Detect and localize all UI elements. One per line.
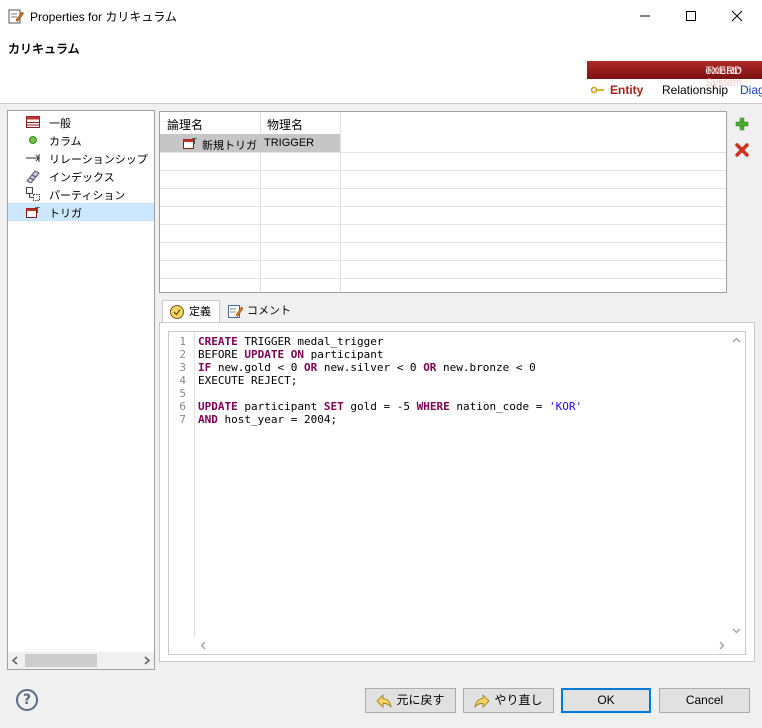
exerd-banner: eXERD Tomato System Entity Relationship … — [587, 61, 762, 103]
tree-item-columns[interactable]: カラム — [8, 131, 154, 149]
code-line: UPDATE participant SET gold = -5 WHERE n… — [198, 400, 583, 413]
definition-icon — [170, 305, 184, 319]
relationship-icon — [26, 154, 40, 162]
empty-row — [160, 207, 726, 225]
tree-item-partitions[interactable]: パーティション — [8, 185, 154, 203]
empty-row — [160, 153, 726, 171]
tree-item-indexes[interactable]: インデックス — [8, 167, 154, 185]
editor-tabs: 定義 コメント — [159, 298, 755, 322]
brand-bar: eXERD Tomato System — [587, 61, 762, 89]
tree-label: トリガ — [49, 207, 82, 220]
redo-icon — [474, 693, 491, 708]
plus-icon — [735, 117, 749, 131]
redo-label: やり直し — [494, 693, 543, 707]
empty-row — [160, 279, 726, 292]
table-row[interactable]: T 新規トリガ TRIGGER — [160, 134, 726, 153]
partition-icon — [26, 187, 40, 201]
property-tree: 一般 カラム リレーションシップ インデックス パーティション T トリガ — [7, 110, 155, 670]
maximize-icon — [686, 10, 696, 21]
properties-icon — [8, 9, 24, 24]
window-title: Properties for カリキュラム — [30, 10, 178, 24]
add-trigger-button[interactable] — [730, 113, 754, 135]
banner-tab-entity[interactable]: Entity — [610, 83, 643, 97]
title-bar: Properties for カリキュラム — [0, 0, 762, 31]
line-number: 3 — [179, 361, 186, 374]
line-number: 5 — [179, 387, 186, 400]
undo-button[interactable]: 元に戻す — [365, 688, 456, 713]
delete-trigger-button[interactable] — [730, 139, 754, 161]
close-button[interactable] — [714, 0, 760, 31]
tab-label: コメント — [247, 304, 291, 317]
code-line: CREATE TRIGGER medal_trigger — [198, 335, 384, 348]
undo-label: 元に戻す — [396, 693, 445, 707]
tree-label: パーティション — [49, 189, 126, 202]
minimize-icon — [640, 15, 650, 16]
tree-label: インデックス — [49, 171, 115, 184]
line-number: 2 — [179, 348, 186, 361]
empty-row — [160, 261, 726, 279]
help-button[interactable]: ? — [16, 689, 38, 711]
close-icon — [731, 10, 743, 21]
scroll-up-icon[interactable] — [732, 337, 741, 343]
code-line: IF new.gold < 0 OR new.silver < 0 OR new… — [198, 361, 536, 374]
header-separator — [0, 103, 762, 104]
empty-row — [160, 171, 726, 189]
definition-panel: 1 2 3 4 5 6 7 CREATE TRIGGER medal_trigg… — [159, 322, 755, 662]
empty-row — [160, 225, 726, 243]
scrollbar-thumb[interactable] — [25, 654, 97, 667]
trigger-icon: T — [26, 206, 40, 218]
sql-editor[interactable]: 1 2 3 4 5 6 7 CREATE TRIGGER medal_trigg… — [168, 331, 746, 655]
tree-item-triggers[interactable]: T トリガ — [8, 203, 154, 221]
tree-label: カラム — [49, 135, 82, 148]
line-number: 4 — [179, 374, 186, 387]
editor-vertical-scrollbar[interactable] — [728, 332, 745, 654]
code-line: EXECUTE REJECT; — [198, 374, 298, 387]
cell-logical: 新規トリガ — [202, 139, 257, 152]
maximize-button[interactable] — [668, 0, 714, 31]
column-dot-icon — [29, 136, 37, 144]
trigger-icon: T — [183, 137, 197, 149]
scroll-left-icon[interactable] — [200, 641, 206, 650]
entity-name: カリキュラム — [8, 42, 80, 56]
tree-item-relationships[interactable]: リレーションシップ — [8, 149, 154, 167]
cancel-button[interactable]: Cancel — [659, 688, 750, 713]
scroll-right-icon[interactable] — [143, 656, 151, 665]
svg-text:T: T — [191, 137, 197, 146]
tree-horizontal-scrollbar[interactable] — [8, 652, 154, 669]
comment-icon — [228, 305, 243, 318]
redo-button[interactable]: やり直し — [463, 688, 554, 713]
key-icon — [591, 86, 604, 94]
tab-comment[interactable]: コメント — [221, 300, 299, 322]
scroll-down-icon[interactable] — [732, 628, 741, 634]
ok-button[interactable]: OK — [561, 688, 651, 713]
dialog-header: カリキュラム eXERD Tomato System Entity Relati… — [0, 31, 762, 103]
minimize-button[interactable] — [622, 0, 668, 31]
delete-x-icon — [735, 143, 749, 157]
banner-tab-diagram[interactable]: Diag — [740, 83, 762, 97]
cell-physical: TRIGGER — [264, 137, 315, 149]
scroll-right-icon[interactable] — [719, 641, 725, 650]
code-line: AND host_year = 2004; — [198, 413, 338, 426]
svg-text:T: T — [34, 206, 40, 215]
line-number: 7 — [179, 413, 186, 426]
scroll-left-icon[interactable] — [11, 656, 19, 665]
tree-label: リレーションシップ — [49, 153, 148, 166]
line-number: 1 — [179, 335, 186, 348]
line-number: 6 — [179, 400, 186, 413]
code-line: BEFORE UPDATE ON participant — [198, 348, 384, 361]
undo-icon — [376, 693, 393, 708]
banner-tab-relationship[interactable]: Relationship — [662, 83, 728, 97]
tree-label: 一般 — [49, 117, 71, 130]
editor-horizontal-scrollbar[interactable] — [169, 637, 730, 654]
index-icon — [26, 170, 40, 183]
empty-row — [160, 243, 726, 261]
brand-tabs: Entity Relationship Diag — [587, 80, 762, 102]
line-number-gutter: 1 2 3 4 5 6 7 — [169, 332, 195, 642]
tab-definition[interactable]: 定義 — [162, 300, 220, 322]
tree-item-general[interactable]: 一般 — [8, 113, 154, 131]
table-icon — [26, 116, 40, 128]
trigger-table: 論理名 物理名 T 新規トリガ TRIGGER — [159, 111, 727, 293]
empty-row — [160, 189, 726, 207]
tab-label: 定義 — [189, 305, 211, 318]
